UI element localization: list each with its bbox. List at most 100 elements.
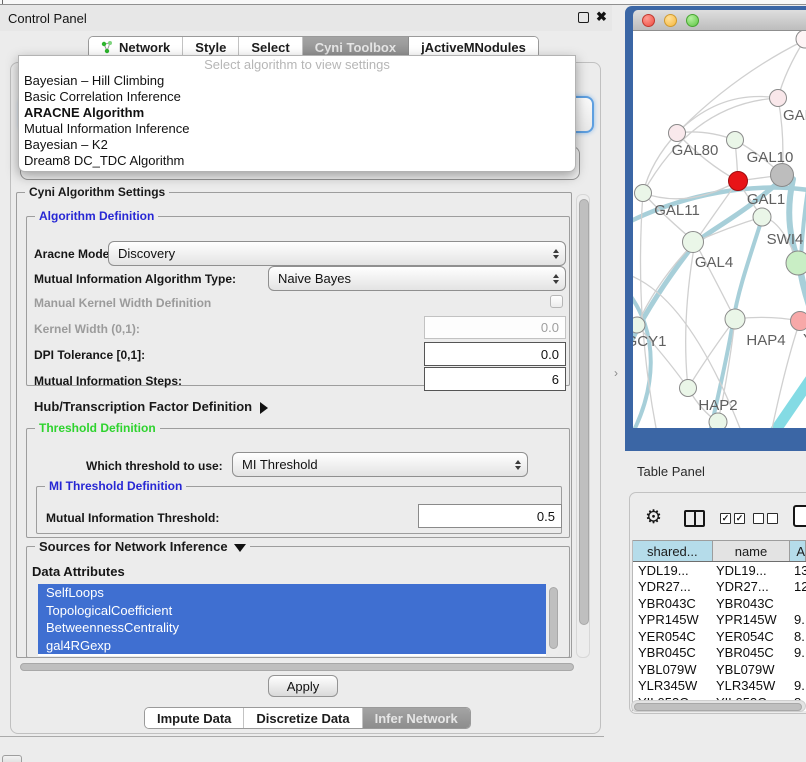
combo-stepper-icon — [553, 249, 559, 259]
data-attributes-list[interactable]: SelfLoops TopologicalCoefficient Between… — [38, 584, 546, 656]
dropdown-item-selected[interactable]: ARACNE Algorithm — [19, 105, 575, 121]
node-label-hap2: HAP2 — [698, 397, 737, 414]
apply-button[interactable]: Apply — [268, 675, 338, 697]
mi-steps-label: Mutual Information Steps: — [34, 374, 182, 388]
mi-steps-field[interactable]: 6 — [424, 367, 566, 391]
split-columns-icon[interactable] — [684, 510, 705, 527]
table-row[interactable]: YDR27...YDR27...12 — [633, 579, 806, 596]
network-node — [753, 208, 771, 226]
node-label-gal10: GAL10 — [747, 149, 794, 166]
top-tick — [2, 0, 3, 4]
column-header-shared-name[interactable]: shared... — [633, 540, 713, 561]
network-node — [771, 164, 794, 187]
node-label-gal: GAL — [783, 107, 806, 124]
mi-type-value: Naive Bayes — [278, 271, 351, 286]
table-horizontal-scrollbar[interactable] — [631, 700, 806, 712]
mi-threshold-field[interactable]: 0.5 — [418, 504, 562, 528]
node-label-gcy1: GCY1 — [633, 333, 666, 350]
attribute-item-selected[interactable]: SelfLoops — [38, 584, 546, 602]
table-hscroll-thumb[interactable] — [634, 703, 802, 711]
table-panel-title: Table Panel — [637, 464, 705, 479]
node-label-gal80: GAL80 — [672, 142, 719, 159]
dropdown-item[interactable]: Bayesian – Hill Climbing — [19, 73, 575, 89]
network-window-titlebar[interactable] — [633, 10, 806, 31]
mi-type-combo[interactable]: Naive Bayes — [268, 266, 566, 291]
combo-stepper-icon — [553, 274, 559, 284]
unchecked-checkbox-icon — [767, 513, 778, 524]
network-node — [709, 413, 727, 428]
close-icon[interactable]: ✖ — [596, 9, 607, 25]
hub-definition-toggle[interactable]: Hub/Transcription Factor Definition — [34, 399, 268, 414]
network-node-hap2 — [680, 380, 697, 397]
settings-group-title: Cyni Algorithm Settings — [25, 185, 169, 199]
attributes-list-scrollbar[interactable] — [548, 585, 559, 655]
table-row[interactable]: YBL079WYBL079W — [633, 661, 806, 678]
dropdown-item[interactable]: Basic Correlation Inference — [19, 89, 575, 105]
minimize-traffic-light-icon[interactable] — [664, 14, 677, 27]
dpi-tolerance-field[interactable]: 0.0 — [424, 342, 566, 366]
checked-checkbox-icon: ✓ — [720, 513, 731, 524]
attribute-item-selected[interactable]: TopologicalCoefficient — [38, 602, 546, 620]
attributes-scroll-thumb[interactable] — [549, 587, 558, 649]
data-attributes-label: Data Attributes — [32, 564, 125, 579]
close-traffic-light-icon[interactable] — [642, 14, 655, 27]
attribute-item-selected[interactable]: BetweennessCentrality — [38, 619, 546, 637]
manual-kernel-checkbox[interactable] — [550, 295, 563, 308]
select-all-columns-icon[interactable]: ✓ ✓ — [720, 513, 745, 524]
tab-network-label: Network — [119, 40, 170, 55]
node-label-gal4: GAL4 — [695, 254, 733, 271]
tab-infer-network[interactable]: Infer Network — [363, 708, 470, 728]
node-label-gal11: GAL11 — [654, 202, 700, 219]
column-header-name[interactable]: name — [713, 540, 791, 561]
tab-impute-data[interactable]: Impute Data — [145, 708, 244, 728]
which-threshold-combo[interactable]: MI Threshold — [232, 452, 528, 477]
mi-type-label: Mutual Information Algorithm Type: — [34, 272, 236, 286]
hub-definition-label: Hub/Transcription Factor Definition — [34, 399, 252, 414]
attribute-item-selected[interactable]: gal4RGexp — [38, 637, 546, 655]
document-icon[interactable] — [793, 505, 806, 527]
control-panel-titlebar: Control Panel — [0, 5, 612, 31]
dropdown-item[interactable]: Dream8 DC_TDC Algorithm — [19, 153, 575, 169]
network-edge — [778, 39, 805, 98]
dropdown-item[interactable]: Bayesian – K2 — [19, 137, 575, 153]
algorithm-dropdown-popup: Select algorithm to view settings Bayesi… — [18, 55, 576, 172]
deselect-all-columns-icon[interactable] — [753, 513, 778, 524]
network-node-gal11 — [635, 185, 652, 202]
float-window-icon[interactable] — [578, 12, 589, 23]
threshold-definition-title: Threshold Definition — [35, 421, 160, 435]
zoom-traffic-light-icon[interactable] — [686, 14, 699, 27]
combo-stepper-icon — [515, 460, 521, 470]
settings-vscroll-thumb[interactable] — [579, 199, 589, 625]
corner-button[interactable] — [2, 755, 22, 762]
table-row[interactable]: YER054CYER054C8. — [633, 628, 806, 645]
network-node-gal — [770, 90, 787, 107]
algorithm-definition-title: Algorithm Definition — [35, 209, 158, 223]
node-table[interactable]: shared... name A YDL19...YDL19...13 YDR2… — [632, 540, 806, 711]
kernel-width-field: 0.0 — [424, 316, 566, 339]
network-node-gcy1 — [633, 317, 645, 333]
table-row[interactable]: YPR145WYPR145W9. — [633, 612, 806, 629]
dropdown-item[interactable]: Mutual Information Inference — [19, 121, 575, 137]
settings-horizontal-scrollbar[interactable] — [18, 661, 578, 673]
table-row[interactable]: YLR345WYLR345W9. — [633, 678, 806, 695]
network-node-gal10 — [727, 132, 744, 149]
tab-discretize-data[interactable]: Discretize Data — [244, 708, 362, 728]
which-threshold-value: MI Threshold — [242, 457, 318, 472]
aracne-mode-combo[interactable]: Discovery — [108, 241, 566, 266]
table-row[interactable]: YDL19...YDL19...13 — [633, 562, 806, 579]
settings-hscroll-thumb[interactable] — [20, 663, 574, 671]
network-graph[interactable]: GALGAL80GAL10GAL1GAL11SWI4GAL4GCY1HAP4YH… — [633, 31, 806, 428]
gear-icon[interactable]: ⚙ — [645, 506, 662, 529]
network-canvas[interactable]: GALGAL80GAL10GAL1GAL11SWI4GAL4GCY1HAP4YH… — [633, 31, 806, 428]
manual-kernel-label: Manual Kernel Width Definition — [34, 296, 211, 310]
unchecked-checkbox-icon — [753, 513, 764, 524]
dpi-tolerance-label: DPI Tolerance [0,1]: — [34, 348, 145, 362]
column-header-partial[interactable]: A — [790, 540, 806, 561]
table-row[interactable]: YBR043CYBR043C — [633, 595, 806, 612]
splitter-handle-icon[interactable]: › — [614, 366, 618, 380]
settings-vertical-scrollbar[interactable] — [576, 194, 590, 658]
sources-group-title[interactable]: Sources for Network Inference — [35, 539, 250, 554]
dropdown-placeholder: Select algorithm to view settings — [19, 56, 575, 73]
table-row[interactable]: YBR045CYBR045C9. — [633, 645, 806, 662]
mi-threshold-label: Mutual Information Threshold: — [46, 511, 219, 525]
